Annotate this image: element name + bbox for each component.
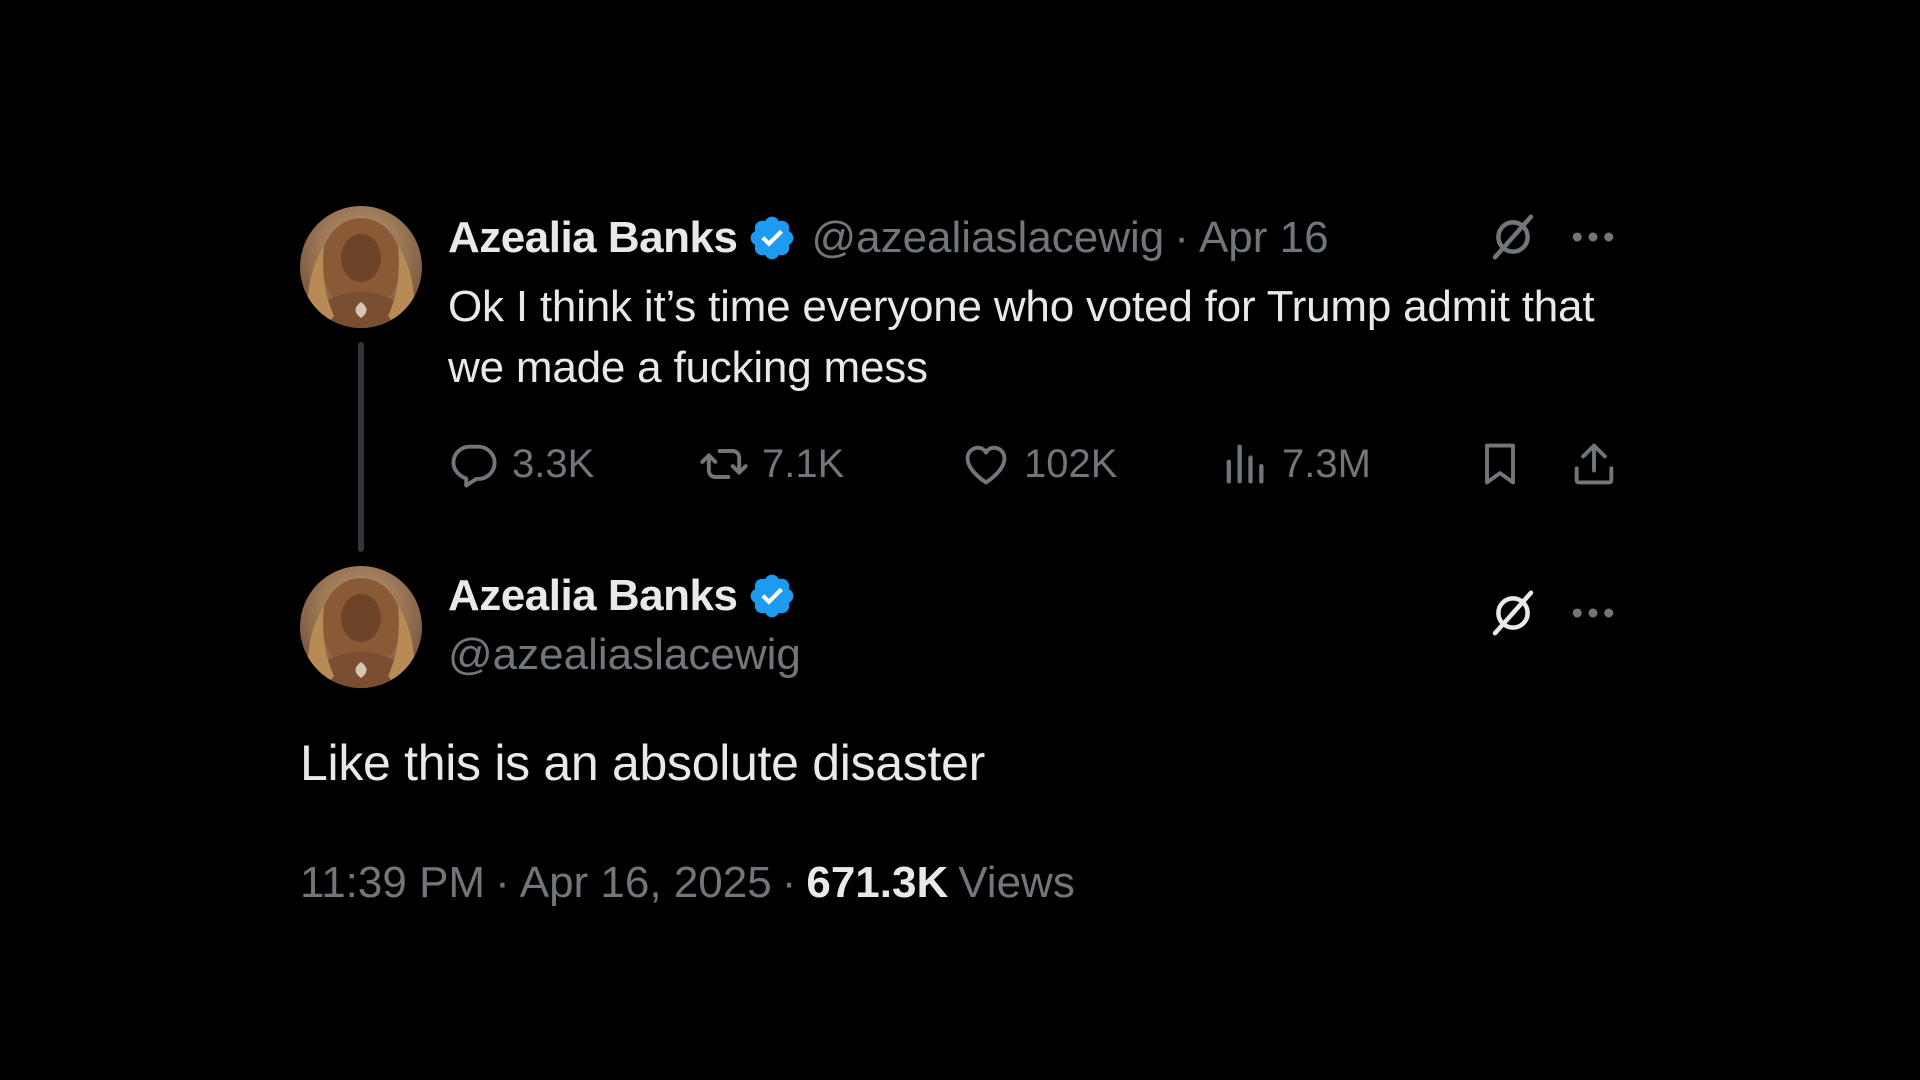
tweet-text: Ok I think it’s time everyone who voted … (448, 282, 1595, 392)
thread-connector-line (358, 342, 364, 552)
views-count: 7.3M (1282, 441, 1371, 486)
more-icon[interactable] (1566, 210, 1620, 264)
tweet-actions: 3.3K 7.1K 102K 7.3M (448, 434, 1624, 494)
separator: · (1174, 213, 1189, 262)
tweet-header: Azealia Banks (448, 570, 811, 622)
reply-button[interactable]: 3.3K (448, 434, 594, 494)
handle[interactable]: @azealiaslacewig (448, 630, 801, 680)
avatar[interactable] (300, 566, 422, 688)
tweet-header: Azealia Banks @azealiaslacewig · Apr 16 (448, 212, 1329, 264)
separator: · (781, 858, 797, 907)
share-icon (1574, 443, 1614, 485)
views-count[interactable]: 671.3K (806, 858, 948, 908)
separator: · (495, 858, 510, 907)
views-button[interactable]: 7.3M (1218, 434, 1371, 494)
grok-icon[interactable] (1486, 210, 1540, 264)
share-button[interactable] (1568, 434, 1620, 494)
tweet-time[interactable]: 11:39 PM (300, 858, 485, 908)
display-name[interactable]: Azealia Banks (448, 571, 738, 621)
like-icon (965, 445, 1007, 485)
display-name[interactable]: Azealia Banks (448, 213, 738, 263)
reply-count: 3.3K (512, 441, 595, 486)
more-icon[interactable] (1566, 586, 1620, 640)
like-count: 102K (1024, 441, 1118, 486)
handle[interactable]: @azealiaslacewig (811, 213, 1164, 263)
tweet-metadata: 11:39 PM · Apr 16, 2025 · 671.3K Views (300, 858, 1075, 908)
retweet-icon (700, 449, 748, 479)
bookmark-icon (1485, 443, 1515, 485)
views-label: Views (958, 858, 1075, 907)
tweet-text: Like this is an absolute disaster (300, 735, 985, 791)
avatar[interactable] (300, 206, 422, 328)
tweet-date[interactable]: Apr 16 (1199, 213, 1329, 263)
retweet-count: 7.1K (762, 441, 845, 486)
like-button[interactable]: 102K (960, 434, 1117, 494)
verified-badge-icon (751, 216, 794, 260)
tweet-date[interactable]: Apr 16, 2025 (520, 858, 772, 908)
retweet-button[interactable]: 7.1K (698, 434, 844, 494)
verified-badge-icon (751, 574, 794, 618)
reply-icon (451, 444, 497, 488)
grok-icon[interactable] (1486, 586, 1540, 640)
bookmark-button[interactable] (1474, 434, 1526, 494)
views-icon (1226, 444, 1264, 484)
